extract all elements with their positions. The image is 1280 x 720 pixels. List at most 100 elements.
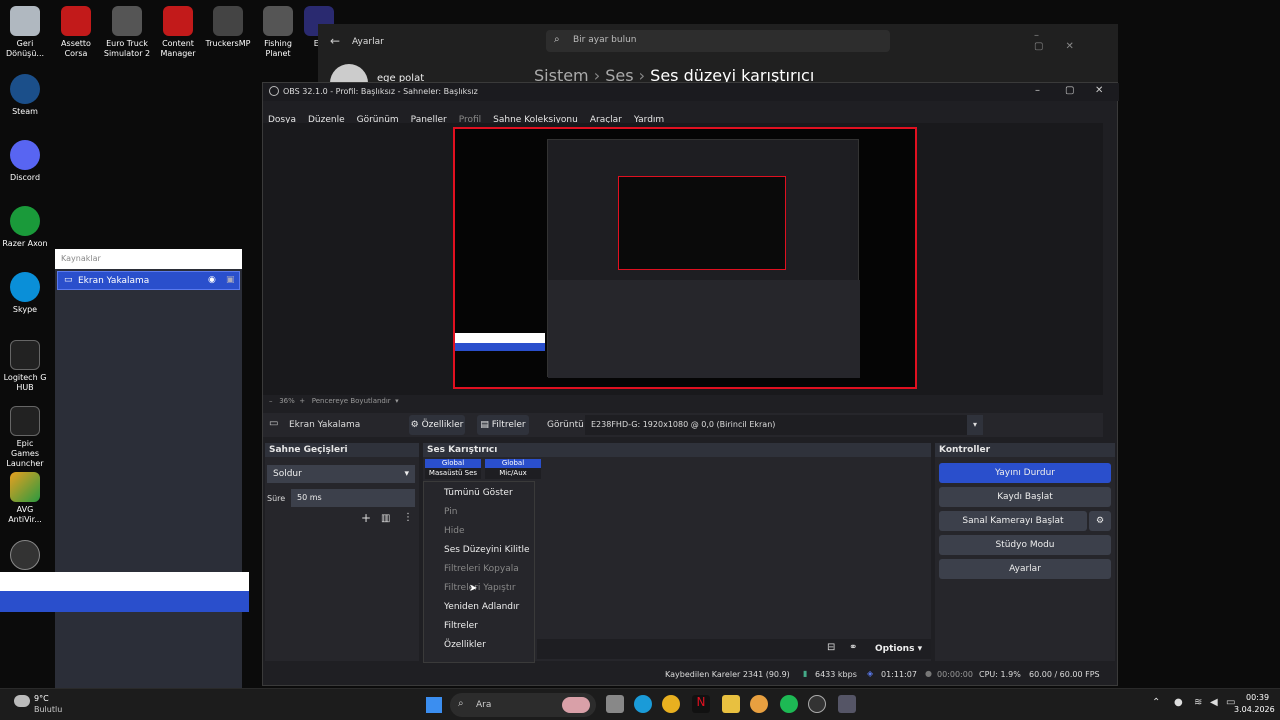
desktop-icon-epic[interactable]: Epic Games Launcher xyxy=(2,406,48,469)
chevron-down-icon[interactable]: ▾ xyxy=(395,397,399,405)
ctx-show-all[interactable]: Tümünü Göster xyxy=(424,484,534,503)
ctx-properties[interactable]: Özellikler xyxy=(424,636,534,655)
mouse-cursor-icon: ➤ xyxy=(469,583,478,594)
clock-time[interactable]: 00:39 xyxy=(1246,693,1269,702)
desktop-icon-recycle-bin[interactable]: Geri Dönüşü... xyxy=(2,6,48,59)
desktop-icon-steam[interactable]: Steam xyxy=(2,74,48,117)
task-view-icon[interactable] xyxy=(606,695,624,713)
link-icon[interactable]: ⚭ xyxy=(849,642,857,653)
trash-icon[interactable]: ▥ xyxy=(381,513,390,524)
channel-tag: Global xyxy=(501,459,525,467)
eye-icon[interactable]: ◉ xyxy=(208,275,216,285)
start-recording-button[interactable]: Kaydı Başlat xyxy=(939,487,1111,507)
desktop-icon-avg[interactable]: AVG AntiVir... xyxy=(2,472,48,525)
start-icon[interactable] xyxy=(426,697,442,713)
fishing-planet-icon xyxy=(263,6,293,36)
overlay-blue-bar xyxy=(0,591,249,612)
desktop-icon-logitech[interactable]: Logitech G HUB xyxy=(2,340,48,393)
controls-title: Kontroller xyxy=(935,443,1115,457)
taskbar-search[interactable]: ⌕ Ara xyxy=(450,693,596,717)
desktop-icon-content-manager[interactable]: Content Manager xyxy=(154,6,202,59)
truck-icon xyxy=(112,6,142,36)
search-placeholder: Bir ayar bulun xyxy=(573,35,637,45)
source-toolbar: ▭ Ekran Yakalama ⚙ Özellikler ▤ Filtrele… xyxy=(263,413,1103,437)
layout-icon[interactable]: ⊟ xyxy=(827,642,835,653)
source-item[interactable]: ▭ Ekran Yakalama ◉ ▣ xyxy=(57,271,240,290)
ctx-lock-volume[interactable]: Ses Düzeyini Kilitle xyxy=(424,541,534,560)
skype-icon xyxy=(10,272,40,302)
context-menu: Tümünü Göster Pin Hide Ses Düzeyini Kili… xyxy=(423,481,535,663)
controls-dock: Kontroller Yayını Durdur Kaydı Başlat Sa… xyxy=(935,443,1115,661)
dropped-frames: Kaybedilen Kareler 2341 (90.9) xyxy=(665,670,790,679)
more-icon[interactable]: ⋮ xyxy=(403,512,413,523)
minimize-icon[interactable]: – xyxy=(1035,85,1040,96)
assetto-corsa-icon xyxy=(61,6,91,36)
back-arrow-icon[interactable]: ← xyxy=(330,34,340,48)
ctx-copy-filters[interactable]: Filtreleri Kopyala xyxy=(424,560,534,579)
virtual-camera-settings-button[interactable]: ⚙ xyxy=(1089,511,1111,531)
duration-label: Süre xyxy=(267,494,286,503)
tray-chevron-icon[interactable]: ⌃ xyxy=(1152,697,1160,708)
settings-gear-icon[interactable] xyxy=(838,695,856,713)
volume-icon[interactable]: ◀ xyxy=(1210,697,1218,708)
filters-button[interactable]: ▤ Filtreler xyxy=(477,415,529,435)
monitor-icon: ▭ xyxy=(64,275,73,285)
virtual-camera-button[interactable]: Sanal Kamerayı Başlat xyxy=(939,511,1087,531)
ctx-hide[interactable]: Hide xyxy=(424,522,534,541)
studio-mode-button[interactable]: Stüdyo Modu xyxy=(939,535,1111,555)
ctx-filters[interactable]: Filtreler xyxy=(424,617,534,636)
preview-canvas[interactable] xyxy=(453,127,917,389)
mic-icon[interactable]: ● xyxy=(1174,697,1183,708)
settings-search[interactable]: ⌕ Bir ayar bulun xyxy=(546,30,890,52)
add-icon[interactable]: + xyxy=(361,511,371,525)
live-icon: ◈ xyxy=(867,669,874,678)
weather-icon xyxy=(14,695,30,707)
desktop-icon-fishing-planet[interactable]: Fishing Planet xyxy=(254,6,302,59)
maximize-icon[interactable]: ▢ xyxy=(1065,85,1074,96)
clock-date[interactable]: 3.04.2026 xyxy=(1234,705,1275,714)
options-button[interactable]: Options ▾ xyxy=(875,644,922,654)
wifi-icon[interactable]: ≋ xyxy=(1194,697,1202,708)
desktop-icon-ets2[interactable]: Euro Truck Simulator 2 xyxy=(102,6,152,59)
obs-logo-icon xyxy=(269,86,279,96)
edge-icon[interactable] xyxy=(634,695,652,713)
zoom-mode[interactable]: Pencereye Boyutlandır xyxy=(312,397,391,405)
desktop-icon-razer[interactable]: Razer Axon xyxy=(2,206,48,249)
steam-icon xyxy=(10,74,40,104)
spotify-icon[interactable] xyxy=(780,695,798,713)
logitech-icon xyxy=(10,340,40,370)
preview-area[interactable] xyxy=(263,123,1103,395)
transition-select[interactable]: Soldur ▾ xyxy=(267,465,415,483)
chrome-canary-icon[interactable] xyxy=(750,695,768,713)
properties-button[interactable]: ⚙ Özellikler xyxy=(409,415,465,435)
display-select[interactable]: E238FHD-G: 1920x1080 @ 0,0 (Birincil Ekr… xyxy=(585,415,983,435)
desktop-icon-discord[interactable]: Discord xyxy=(2,140,48,183)
desktop-icon-truckersmp[interactable]: TruckersMP xyxy=(204,6,252,49)
chrome-icon[interactable] xyxy=(662,695,680,713)
obs-title: OBS 32.1.0 - Profil: Başlıksız - Sahnele… xyxy=(283,87,478,96)
mixer-channel-desktop[interactable]: Global Masaüstü Ses xyxy=(425,459,481,479)
settings-button[interactable]: Ayarlar xyxy=(939,559,1111,579)
file-explorer-icon[interactable] xyxy=(722,695,740,713)
weather-temp[interactable]: 9°C xyxy=(34,694,49,703)
lock-icon[interactable]: ▣ xyxy=(226,275,235,285)
duration-input[interactable]: 50 ms xyxy=(291,489,415,507)
ctx-paste-filters[interactable]: Filtreleri Yapıştır xyxy=(424,579,534,598)
ctx-pin[interactable]: Pin xyxy=(424,503,534,522)
desktop-icon-obs[interactable] xyxy=(2,540,48,573)
desktop-icon-assetto[interactable]: Assetto Corsa xyxy=(52,6,100,59)
record-time: 00:00:00 xyxy=(937,670,973,679)
stop-stream-button[interactable]: Yayını Durdur xyxy=(939,463,1111,483)
zoom-in-icon[interactable]: + xyxy=(299,397,305,405)
desktop-icon-skype[interactable]: Skype xyxy=(2,272,48,315)
ctx-rename[interactable]: Yeniden Adlandır xyxy=(424,598,534,617)
close-icon[interactable]: ✕ xyxy=(1095,85,1103,96)
netflix-icon[interactable]: N xyxy=(692,695,710,713)
nested-white-panel xyxy=(455,333,545,343)
source-toolbar-name: Ekran Yakalama xyxy=(289,420,361,430)
obs-taskbar-icon[interactable] xyxy=(808,695,826,713)
mixer-channel-mic[interactable]: Global Mic/Aux xyxy=(485,459,541,479)
channel-tag: Global xyxy=(441,459,465,467)
obs-icon xyxy=(10,540,40,570)
zoom-out-icon[interactable]: – xyxy=(269,397,273,405)
